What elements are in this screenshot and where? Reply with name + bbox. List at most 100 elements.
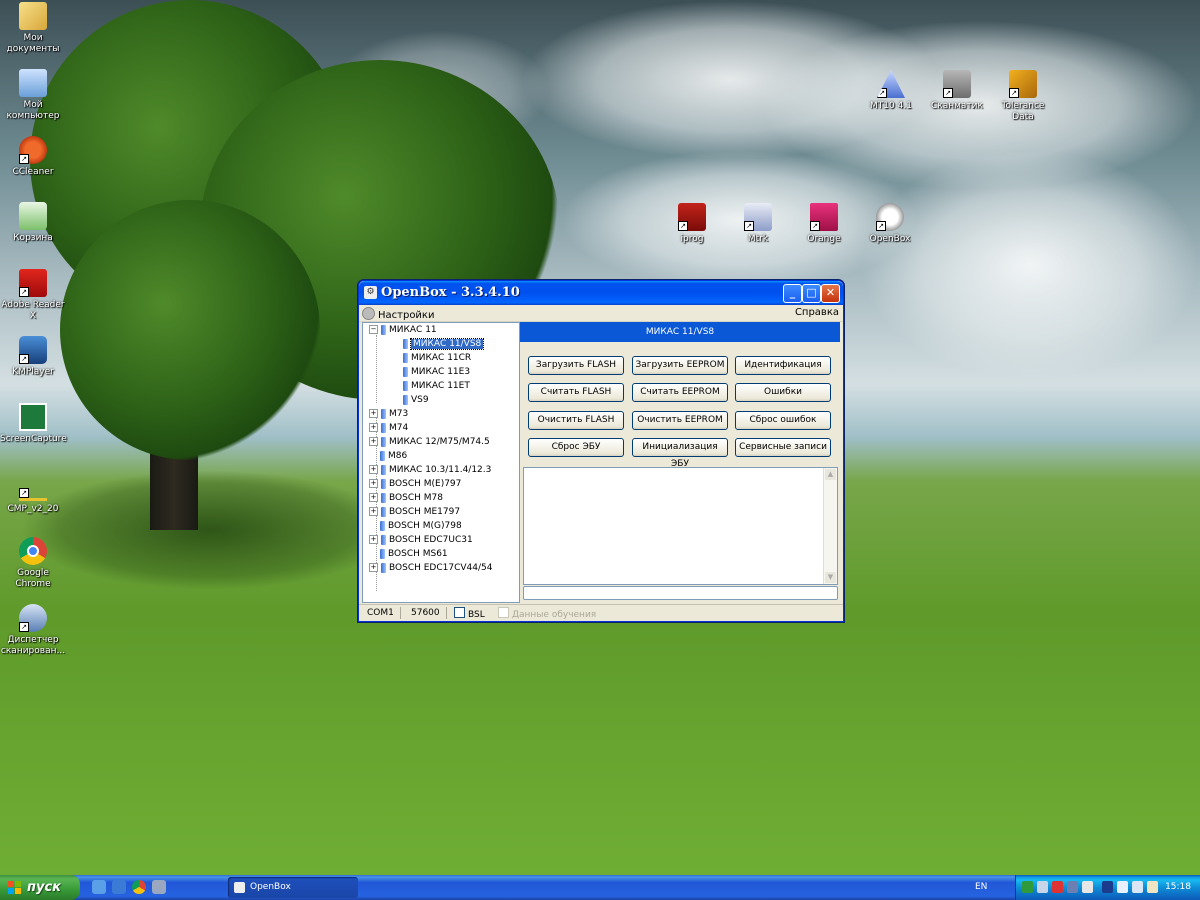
desktop-icon-orange[interactable]: ↗ Orange xyxy=(791,203,857,245)
desktop-icon-my-computer[interactable]: Мой компьютер xyxy=(0,69,66,122)
tree-node-mikas12[interactable]: + МИКАС 12/M75/M74.5 xyxy=(369,436,490,449)
expand-icon[interactable]: + xyxy=(369,465,378,474)
desktop-icon-adobe-reader[interactable]: ↗ Adobe Reader X xyxy=(0,269,66,322)
tree-node-mikas11e3[interactable]: МИКАС 11E3 xyxy=(403,366,470,379)
tree-node-vs9[interactable]: VS9 xyxy=(403,394,429,407)
network-icon[interactable] xyxy=(1147,881,1158,893)
expand-icon[interactable]: + xyxy=(369,437,378,446)
tray-app-icon[interactable] xyxy=(1022,881,1033,893)
bluetooth-icon[interactable] xyxy=(1117,881,1128,893)
desktop-icon-cmp[interactable]: ↗ CMP_v2_20 xyxy=(0,470,66,515)
tree-node-m73[interactable]: + M73 xyxy=(369,408,408,421)
tree-node-mikas11et[interactable]: МИКАС 11ET xyxy=(403,380,470,393)
desktop-icon-scanmatik[interactable]: ↗ Сканматик xyxy=(924,70,990,112)
read-flash-button[interactable]: Считать FLASH xyxy=(528,383,624,402)
desktop-icon-ccleaner[interactable]: ↗ CCleaner xyxy=(0,136,66,178)
tree-node-mikas11-vs8[interactable]: МИКАС 11/VS8 xyxy=(403,338,485,351)
clear-flash-button[interactable]: Очистить FLASH xyxy=(528,411,624,430)
expand-icon[interactable]: + xyxy=(369,535,378,544)
clock[interactable]: 15:18 xyxy=(1165,875,1191,900)
chip-icon xyxy=(381,534,386,545)
menu-settings-label: Настройки xyxy=(378,310,435,321)
language-indicator[interactable]: EN xyxy=(975,875,987,900)
tray-app-icon[interactable] xyxy=(1082,881,1093,893)
log-scrollbar[interactable]: ▲ ▼ xyxy=(823,468,837,584)
load-flash-button[interactable]: Загрузить FLASH xyxy=(528,356,624,375)
show-desktop-icon[interactable] xyxy=(152,880,166,894)
start-button[interactable]: пуск xyxy=(0,875,80,900)
tray-app-icon[interactable] xyxy=(1067,881,1078,893)
volume-icon[interactable] xyxy=(1132,881,1143,893)
chip-icon xyxy=(381,464,386,475)
desktop-icon-my-documents[interactable]: Мои документы xyxy=(0,2,66,55)
desktop-icon-recycle-bin[interactable]: Корзина xyxy=(0,202,66,244)
tree-node-bosch-ms61[interactable]: BOSCH MS61 xyxy=(380,548,448,561)
log-output[interactable]: ▲ ▼ xyxy=(523,467,838,585)
scroll-down-icon[interactable]: ▼ xyxy=(825,572,836,583)
tree-node-bosch-me1797[interactable]: + BOSCH ME1797 xyxy=(369,506,460,519)
status-bar: COM1 57600 BSL Данные обучения xyxy=(359,604,843,621)
orange-icon: ↗ xyxy=(810,203,838,231)
tree-node-bosch-m78[interactable]: + BOSCH M78 xyxy=(369,492,443,505)
scroll-up-icon[interactable]: ▲ xyxy=(825,469,836,480)
taskbar-item-openbox[interactable]: OpenBox xyxy=(228,877,358,898)
identification-button[interactable]: Идентификация xyxy=(735,356,831,375)
ecu-tree[interactable]: − МИКАС 11 МИКАС 11/VS8 МИКАС 11CR МИКАС … xyxy=(362,322,520,603)
service-records-button[interactable]: Сервисные записи xyxy=(735,438,831,457)
tray-app-icon[interactable] xyxy=(1052,881,1063,893)
init-ecu-button[interactable]: Инициализация ЭБУ xyxy=(632,438,728,469)
ie-alt-icon[interactable] xyxy=(112,880,126,894)
reset-ecu-button[interactable]: Сброс ЭБУ xyxy=(528,438,624,457)
desktop-icon-scanner-manager[interactable]: ↗ Диспетчер сканирован... xyxy=(0,604,66,657)
desktop-icon-tolerance-data[interactable]: ↗ Tolerance Data xyxy=(990,70,1056,123)
bsl-checkbox[interactable]: BSL xyxy=(448,607,491,620)
expand-icon[interactable]: + xyxy=(369,563,378,572)
tree-node-label: BOSCH EDC17CV44/54 xyxy=(389,563,493,573)
desktop-icon-mtrk[interactable]: ↗ Mtrk xyxy=(725,203,791,245)
load-eeprom-button[interactable]: Загрузить EEPROM xyxy=(632,356,728,375)
desktop-icon-mt10[interactable]: ↗ MT10 4.1 xyxy=(858,70,924,112)
tree-node-mikas10[interactable]: + МИКАС 10.3/11.4/12.3 xyxy=(369,464,491,477)
clear-eeprom-button[interactable]: Очистить EEPROM xyxy=(632,411,728,430)
tree-node-bosch-mg798[interactable]: BOSCH M(G)798 xyxy=(380,520,462,533)
maximize-button[interactable]: □ xyxy=(802,284,821,303)
expand-icon[interactable]: + xyxy=(369,493,378,502)
ie-icon[interactable] xyxy=(92,880,106,894)
reset-errors-button[interactable]: Сброс ошибок xyxy=(735,411,831,430)
read-eeprom-button[interactable]: Считать EEPROM xyxy=(632,383,728,402)
window-titlebar[interactable]: ⚙ OpenBox - 3.3.4.10 _ □ ✕ xyxy=(359,281,843,305)
desktop-icon-iprog[interactable]: ↗ iprog xyxy=(659,203,725,245)
learning-data-checkbox: Данные обучения xyxy=(492,607,602,620)
close-button[interactable]: ✕ xyxy=(821,284,840,303)
tree-node-bosch-edc17[interactable]: + BOSCH EDC17CV44/54 xyxy=(369,562,492,575)
checkbox-icon xyxy=(454,607,465,618)
desktop-icon-kmplayer[interactable]: ↗ KMPlayer xyxy=(0,336,66,378)
desktop-icon-chrome[interactable]: Google Chrome xyxy=(0,537,66,590)
tree-node-bosch-edc7uc31[interactable]: + BOSCH EDC7UC31 xyxy=(369,534,473,547)
tree-node-mikas11cr[interactable]: МИКАС 11CR xyxy=(403,352,471,365)
tree-node-m86[interactable]: M86 xyxy=(380,450,407,463)
tray-app-icon[interactable] xyxy=(1102,881,1113,893)
tree-node-label-selected: МИКАС 11/VS8 xyxy=(409,338,485,350)
menu-help[interactable]: Справка xyxy=(795,307,839,318)
chip-icon xyxy=(403,352,408,363)
tray-app-icon[interactable] xyxy=(1037,881,1048,893)
tree-node-bosch-me797[interactable]: + BOSCH M(E)797 xyxy=(369,478,461,491)
desktop-icon-screencapture[interactable]: ScreenCapture xyxy=(0,403,67,445)
chip-icon xyxy=(381,506,386,517)
expand-icon[interactable]: + xyxy=(369,507,378,516)
errors-button[interactable]: Ошибки xyxy=(735,383,831,402)
collapse-icon[interactable]: − xyxy=(369,325,378,334)
desktop-icon-label: KMPlayer xyxy=(12,367,54,377)
minimize-button[interactable]: _ xyxy=(783,284,802,303)
desktop-icon-openbox[interactable]: ↗ OpenBox xyxy=(857,203,923,245)
tree-node-mikas11[interactable]: − МИКАС 11 xyxy=(369,324,437,337)
tree-node-m74[interactable]: + M74 xyxy=(369,422,408,435)
menu-settings[interactable]: Настройки xyxy=(362,307,434,321)
expand-icon[interactable]: + xyxy=(369,423,378,432)
expand-icon[interactable]: + xyxy=(369,479,378,488)
expand-icon[interactable]: + xyxy=(369,409,378,418)
chip-icon xyxy=(381,422,386,433)
tree-node-label: M74 xyxy=(389,423,409,433)
chrome-quicklaunch-icon[interactable] xyxy=(132,880,146,894)
